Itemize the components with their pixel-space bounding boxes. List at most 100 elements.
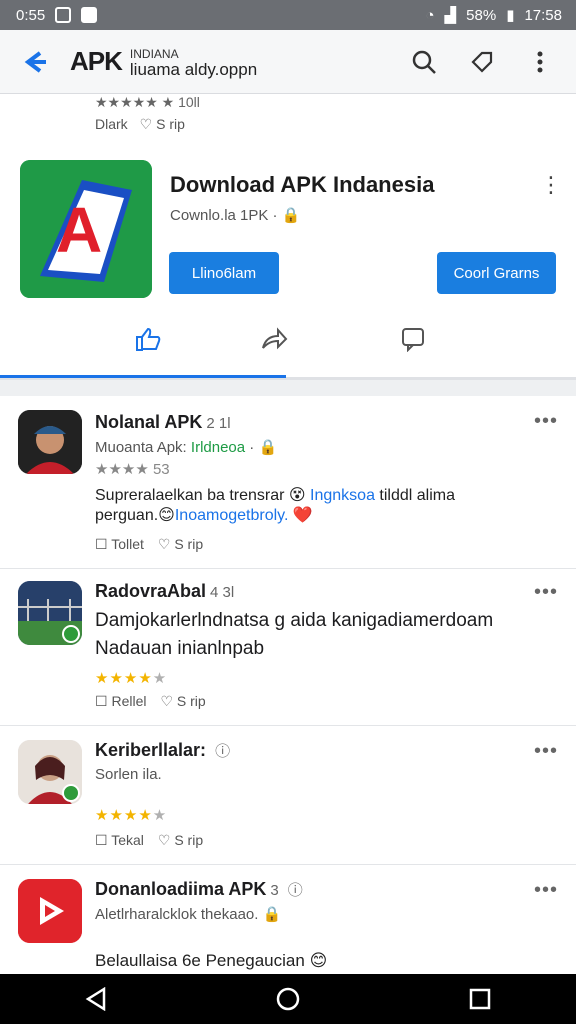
post-handle: Muoanta Apk: Irldneoa · 🔒 xyxy=(95,439,278,456)
secondary-button[interactable]: Coorl Grarns xyxy=(437,252,556,294)
feed-post: RadovraAbal 4 3l Damjokarlerlndnatsa g ai… xyxy=(0,569,576,726)
card-more-icon[interactable]: ⋮ xyxy=(540,172,562,198)
post-meta: ☐ Tekal ♡ S rip xyxy=(95,832,203,849)
post-handle-highlight: Irldneoa xyxy=(190,439,246,456)
app-subtitle: Cownlo.la 1PK · 🔒 xyxy=(170,207,301,224)
post-body: Belaullaisa 6e Penegaucian 😊 xyxy=(95,951,327,971)
post-body-text1: Damjokarlerlndnatsa g aida kanigadiamerd… xyxy=(95,610,494,631)
post-rating: ★★★★★ xyxy=(95,670,168,687)
post-author-name: Donanloadiima APK xyxy=(95,879,267,899)
post-action-b[interactable]: ♡ S rip xyxy=(158,536,203,553)
search-icon[interactable] xyxy=(402,40,446,84)
app-subtitle-label: Cownlo.la 1PK xyxy=(170,207,269,224)
post-action-a[interactable]: ☐ Tollet xyxy=(95,536,144,553)
post-action-b-label: S rip xyxy=(174,536,204,552)
nav-recents-icon[interactable] xyxy=(450,974,510,1024)
post-body: Damjokarlerlndnatsa g aida kanigadiamerd… xyxy=(95,607,555,663)
post-action-b-label: S rip xyxy=(174,832,204,848)
post-action-a-label: Rellel xyxy=(111,693,147,709)
post-action-a-label: Tollet xyxy=(111,536,144,552)
screenshot-icon xyxy=(55,7,72,23)
status-time-left: 0:55 xyxy=(16,6,46,24)
post-link1[interactable]: Ingnksoa xyxy=(310,487,375,504)
post-author[interactable]: Keriberllalar: ⓘ xyxy=(95,740,230,761)
post-author[interactable]: RadovraAbal 4 3l xyxy=(95,581,234,602)
post-author-name: Keriberllalar: xyxy=(95,740,207,760)
info-icon: ⓘ xyxy=(287,882,303,899)
brand-line2: liuama aldy.oppn xyxy=(129,59,258,79)
post-time: 3 xyxy=(270,882,279,899)
post-author[interactable]: Donanloadiima APK 3 ⓘ xyxy=(95,879,303,900)
top-actions: Dlark ♡ S rip xyxy=(95,116,185,133)
dlark-action[interactable]: Dlark xyxy=(95,116,128,133)
comment-icon[interactable] xyxy=(400,326,426,358)
post-link2[interactable]: Inoamogetbroly. xyxy=(175,507,289,524)
tab-indicator xyxy=(0,375,286,378)
post-meta: ☐ Rellel ♡ S rip xyxy=(95,693,206,710)
nav-back-icon[interactable] xyxy=(66,974,126,1024)
feed-post: Donanloadiima APK 3 ⓘ Aletlrharalcklok th… xyxy=(0,865,576,974)
smile-icon: 😊 xyxy=(158,507,175,524)
post-more-icon[interactable]: ••• xyxy=(534,581,558,604)
post-meta: ☐ Tollet ♡ S rip xyxy=(95,536,203,553)
verified-badge xyxy=(62,625,80,643)
post-action-b[interactable]: ♡ S rip xyxy=(160,693,205,710)
signal-icon: ▟ xyxy=(444,7,457,24)
heart-action[interactable]: ♡ S rip xyxy=(140,116,185,133)
app-title: APK INDIANA liuama aldy.oppn xyxy=(70,46,402,78)
heart-emoji-icon: ❤️ xyxy=(292,507,313,524)
post-rating: ★★★★ 53 xyxy=(95,461,170,478)
brand-logo: APK xyxy=(70,46,123,76)
battery-icon: ▮ xyxy=(506,7,515,24)
status-time-right: 17:58 xyxy=(524,6,562,24)
wifi-icon: ◔ xyxy=(425,6,435,24)
post-handle-text: Muoanta Apk: xyxy=(95,439,187,456)
more-vert-icon[interactable] xyxy=(518,40,562,84)
post-handle: Sorlen ila. xyxy=(95,766,162,783)
feed-post: Keriberllalar: ⓘ Sorlen ila. ★★★★★ ☐ Tek… xyxy=(0,726,576,865)
post-author[interactable]: Nolanal APK 2 1l xyxy=(95,412,231,433)
avatar[interactable] xyxy=(18,879,82,943)
post-handle: Aletlrharalcklok thekaao. 🔒 xyxy=(95,906,282,923)
primary-button[interactable]: Llino6lam xyxy=(169,252,279,294)
share-tag-icon[interactable] xyxy=(460,40,504,84)
post-body-text3: perguan. xyxy=(95,507,159,524)
smile-icon: 😊 xyxy=(309,951,328,970)
post-time: 4 3l xyxy=(210,584,235,601)
feed: Nolanal APK 2 1l Muoanta Apk: Irldneoa · … xyxy=(0,396,576,974)
post-more-icon[interactable]: ••• xyxy=(534,879,558,902)
post-more-icon[interactable]: ••• xyxy=(534,740,558,763)
system-nav-bar xyxy=(0,974,576,1024)
lock-icon: 🔒 xyxy=(281,207,301,224)
post-body-text2: tilddl alima xyxy=(379,487,456,504)
post-action-a-label: Tekal xyxy=(111,832,144,848)
post-action-a[interactable]: ☐ Rellel xyxy=(95,693,146,710)
share-icon[interactable] xyxy=(260,326,288,358)
battery-percent: 58% xyxy=(466,6,497,24)
app-bar: APK INDIANA liuama aldy.oppn xyxy=(0,30,576,94)
app-title-text: Download APK Indanesia xyxy=(170,172,435,197)
feed-post: Nolanal APK 2 1l Muoanta Apk: Irldneoa · … xyxy=(0,396,576,569)
top-rating: ★★★★★ ★ 10ll xyxy=(95,94,200,110)
info-icon: ⓘ xyxy=(215,743,231,760)
status-bar: 0:55 ◔ ▟ 58% ▮ 17:58 xyxy=(0,0,576,30)
post-body-text2: Nadauan inianlnpab xyxy=(95,638,265,659)
post-action-b[interactable]: ♡ S rip xyxy=(158,832,203,849)
post-body: Supreralaelkan ba trensrar 😵 Ingnksoa ti… xyxy=(95,486,555,526)
nav-home-icon[interactable] xyxy=(258,974,318,1024)
post-more-icon[interactable]: ••• xyxy=(534,410,558,433)
post-handle-text: Aletlrharalcklok thekaao. xyxy=(95,906,259,923)
app-logo[interactable]: A xyxy=(20,160,152,298)
post-author-name: RadovraAbal xyxy=(95,581,207,601)
post-rating: ★★★★★ xyxy=(95,807,168,824)
post-action-a[interactable]: ☐ Tekal xyxy=(95,832,144,849)
post-author-name: Nolanal APK xyxy=(95,412,203,432)
post-body-text1: Supreralaelkan ba trensrar xyxy=(95,487,285,504)
avatar[interactable] xyxy=(18,410,82,474)
back-icon[interactable] xyxy=(0,30,70,94)
verified-badge xyxy=(62,784,80,802)
like-icon[interactable] xyxy=(134,326,162,358)
social-actions xyxy=(0,326,576,366)
emoji-icon: 😵 xyxy=(288,487,306,504)
post-time: 2 1l xyxy=(206,415,231,432)
